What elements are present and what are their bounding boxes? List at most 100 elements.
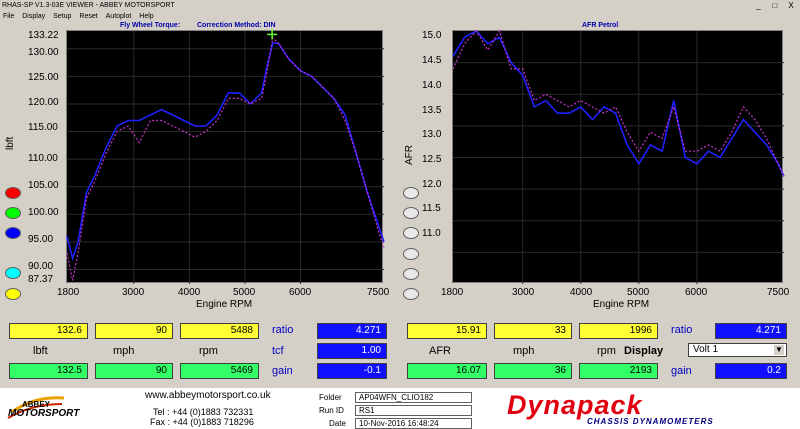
torque-x-axis-label: Engine RPM — [196, 299, 253, 310]
ratio-label: ratio — [671, 324, 693, 336]
speed-compare-value: 90 — [95, 363, 173, 379]
y-tick-label: 14.5 — [422, 55, 442, 66]
y-tick-label: 13.5 — [422, 105, 442, 116]
x-tick-label: 3000 — [512, 287, 535, 298]
speed-compare-value: 36 — [494, 363, 572, 379]
torque-plot-area[interactable] — [66, 29, 385, 284]
abbey-motorsport-logo: ABBEY MOTORSPORT — [4, 392, 114, 426]
rpm-readout-value: 5488 — [180, 323, 259, 339]
speed-unit-label: mph — [513, 345, 535, 357]
torque-compare-value: 132.5 — [9, 363, 88, 379]
y-tick-label: 120.00 — [28, 97, 59, 108]
y-tick-label: 87.37 — [28, 274, 54, 285]
folder-field: AP04WFN_CLIO182 — [355, 392, 472, 403]
series-line-1 — [452, 29, 785, 177]
afr-plot-svg — [452, 29, 785, 284]
legend-run-1-dot[interactable] — [5, 187, 21, 199]
afr-plot-area[interactable] — [452, 29, 785, 284]
gain-value: 0.2 — [715, 363, 787, 379]
x-tick-label: 1800 — [441, 287, 464, 298]
menu-file[interactable]: File — [3, 13, 14, 20]
y-tick-label: 100.00 — [28, 207, 59, 218]
abbey-logo-line2: MOTORSPORT — [8, 408, 80, 419]
run-id-field: RS1 — [355, 405, 472, 416]
ratio-label: ratio — [272, 324, 294, 336]
gain-label: gain — [671, 365, 692, 377]
y-tick-label: 130.00 — [28, 47, 59, 58]
rpm-unit-label: rpm — [597, 345, 616, 357]
gain-value: -0.1 — [317, 363, 387, 379]
minimize-button[interactable]: _ — [752, 0, 766, 12]
x-tick-label: 3000 — [122, 287, 145, 298]
torque-y-axis-label: lbft — [5, 136, 16, 150]
legend-run-2-dot[interactable] — [5, 207, 21, 219]
speed-readout-value: 33 — [494, 323, 572, 339]
afr-y-axis-label: AFR — [404, 145, 415, 165]
date-field: 10-Nov-2016 16:48:24 — [355, 418, 472, 429]
correction-method-label: Correction Method: DIN — [197, 22, 276, 29]
x-tick-label: 7500 — [367, 287, 390, 298]
x-tick-label: 5000 — [627, 287, 650, 298]
y-tick-label: 110.00 — [28, 153, 58, 164]
y-tick-label: 12.0 — [422, 179, 442, 190]
folder-label: Folder — [319, 393, 342, 402]
dynapack-logo: Dynapack CHASSIS DYNAMOMETERS — [505, 390, 785, 426]
menu-display[interactable]: Display — [22, 13, 45, 20]
afr-readout-value: 15.91 — [407, 323, 487, 339]
date-label: Date — [329, 419, 346, 428]
y-tick-label: 13.0 — [422, 129, 442, 140]
legend-slot-dot[interactable] — [403, 187, 419, 199]
x-tick-label: 7500 — [767, 287, 790, 298]
torque-plot-svg — [66, 29, 385, 284]
y-tick-label: 105.00 — [28, 180, 59, 191]
legend-run-5-dot[interactable] — [5, 288, 21, 300]
ratio-value[interactable]: 4.271 — [715, 323, 787, 339]
legend-run-4-dot[interactable] — [5, 267, 21, 279]
y-tick-label: 12.5 — [422, 154, 442, 165]
legend-slot-dot[interactable] — [403, 268, 419, 280]
x-tick-label: 4000 — [178, 287, 201, 298]
rpm-unit-label: rpm — [199, 345, 218, 357]
legend-slot-dot[interactable] — [403, 288, 419, 300]
y-tick-label: 14.0 — [422, 80, 442, 91]
legend-slot-dot[interactable] — [403, 227, 419, 239]
chevron-down-icon[interactable]: ▼ — [774, 345, 784, 355]
ratio-value[interactable]: 4.271 — [317, 323, 387, 339]
afr-unit-label: AFR — [429, 345, 451, 357]
legend-slot-dot[interactable] — [403, 207, 419, 219]
cursor-crosshair[interactable] — [267, 29, 278, 40]
maximize-button[interactable]: □ — [768, 0, 782, 12]
legend-run-3-dot[interactable] — [5, 227, 21, 239]
afr-x-axis-label: Engine RPM — [593, 299, 650, 310]
telephone-text: Tel : +44 (0)1883 732331 — [153, 407, 254, 417]
rpm-compare-value: 2193 — [579, 363, 658, 379]
title-bar: RHAS-SP V1.3-03E VIEWER - ABBEY MOTORSPO… — [0, 0, 800, 12]
dynapack-logo-subtitle: CHASSIS DYNAMOMETERS — [587, 417, 714, 426]
x-tick-label: 4000 — [570, 287, 593, 298]
menu-setup[interactable]: Setup — [53, 13, 71, 20]
rpm-readout-value: 1996 — [579, 323, 658, 339]
close-button[interactable]: X — [784, 0, 798, 12]
x-tick-label: 6000 — [289, 287, 312, 298]
tcf-label: tcf — [272, 345, 284, 357]
display-label: Display — [624, 345, 664, 357]
y-tick-label: 11.5 — [422, 203, 441, 214]
rpm-compare-value: 5469 — [180, 363, 259, 379]
menu-autoplot[interactable]: Autoplot — [106, 13, 132, 20]
x-tick-label: 5000 — [233, 287, 256, 298]
window-controls: _ □ X — [752, 0, 798, 12]
speed-readout-value: 90 — [95, 323, 173, 339]
y-tick-label: 90.00 — [28, 261, 54, 272]
afr-compare-value: 16.07 — [407, 363, 487, 379]
gain-label: gain — [272, 365, 293, 377]
menu-reset[interactable]: Reset — [79, 13, 97, 20]
x-tick-label: 1800 — [57, 287, 80, 298]
menu-help[interactable]: Help — [139, 13, 153, 20]
display-channel-select[interactable]: Volt 1 ▼ — [688, 343, 787, 357]
torque-unit-label: lbft — [33, 345, 48, 357]
y-tick-label: 15.0 — [422, 30, 442, 41]
legend-slot-dot[interactable] — [403, 248, 419, 260]
y-tick-label: 115.00 — [28, 122, 58, 133]
tcf-value[interactable]: 1.00 — [317, 343, 387, 359]
torque-readout-value: 132.6 — [9, 323, 88, 339]
